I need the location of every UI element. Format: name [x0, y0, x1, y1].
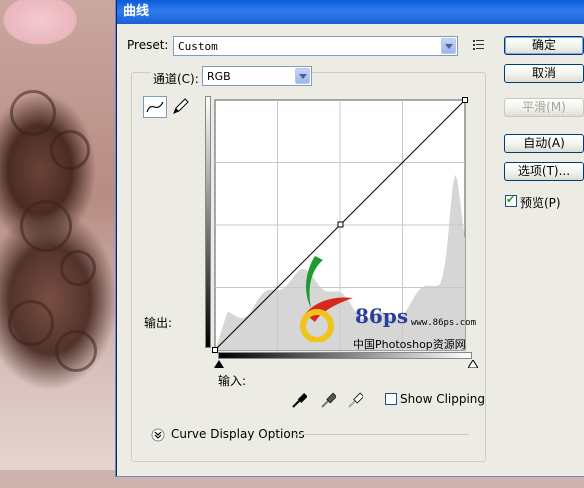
input-label: 输入:: [218, 374, 247, 388]
show-clipping-label: Show Clipping: [400, 392, 486, 406]
channel-value: RGB: [207, 70, 231, 83]
divider: [293, 434, 469, 435]
preset-select[interactable]: Custom: [173, 36, 458, 56]
background-photo: [0, 0, 118, 488]
curve-point: [337, 221, 344, 228]
watermark-cn: 中国Photoshop资源网: [353, 338, 466, 351]
logo-swoosh-icon: [300, 256, 353, 342]
gray-eyedropper-icon[interactable]: [320, 391, 336, 409]
curve-point: [212, 347, 218, 353]
watermark-url: www.86ps.com: [411, 318, 477, 328]
curve-icon: [146, 101, 164, 113]
auto-button[interactable]: 自动(A): [504, 134, 584, 153]
chevron-down-icon[interactable]: [295, 68, 310, 84]
smooth-button[interactable]: 平滑(M): [504, 98, 584, 117]
curve-display-options-label[interactable]: Curve Display Options: [171, 427, 305, 441]
curve-tool-button[interactable]: [143, 96, 167, 118]
watermark-86ps: 86ps: [355, 304, 409, 328]
input-gradient: [218, 352, 472, 359]
curves-dialog: 曲线 Preset: Custom 确定 取消 平滑(M) 自动(A) 选项(T…: [116, 0, 584, 476]
pencil-icon: [173, 98, 189, 114]
preset-value: Custom: [178, 40, 218, 53]
channel-select[interactable]: RGB: [202, 66, 312, 86]
ok-button[interactable]: 确定: [504, 36, 584, 55]
curve-point: [462, 97, 468, 103]
preset-options-icon[interactable]: [473, 39, 485, 51]
preview-checkbox[interactable]: [505, 193, 517, 207]
watermark-logo: 86ps www.86ps.com 中国Photoshop资源网: [287, 252, 487, 352]
preset-label: Preset:: [127, 38, 169, 52]
channel-label: 通道(C):: [151, 70, 201, 87]
preview-label: 预览(P): [520, 196, 561, 210]
pencil-tool-button[interactable]: [169, 96, 193, 118]
show-clipping-checkbox[interactable]: [385, 393, 397, 405]
options-button[interactable]: 选项(T)...: [504, 162, 584, 181]
chevron-down-icon[interactable]: [441, 38, 456, 54]
black-point-slider-icon[interactable]: [214, 360, 224, 368]
black-eyedropper-icon[interactable]: [291, 391, 307, 409]
expand-options-icon[interactable]: [151, 428, 165, 442]
cancel-button[interactable]: 取消: [504, 64, 584, 83]
white-point-slider-icon[interactable]: [468, 360, 478, 368]
output-label: 输出:: [144, 316, 173, 330]
dialog-title[interactable]: 曲线: [117, 0, 584, 24]
white-eyedropper-icon[interactable]: [347, 391, 363, 409]
